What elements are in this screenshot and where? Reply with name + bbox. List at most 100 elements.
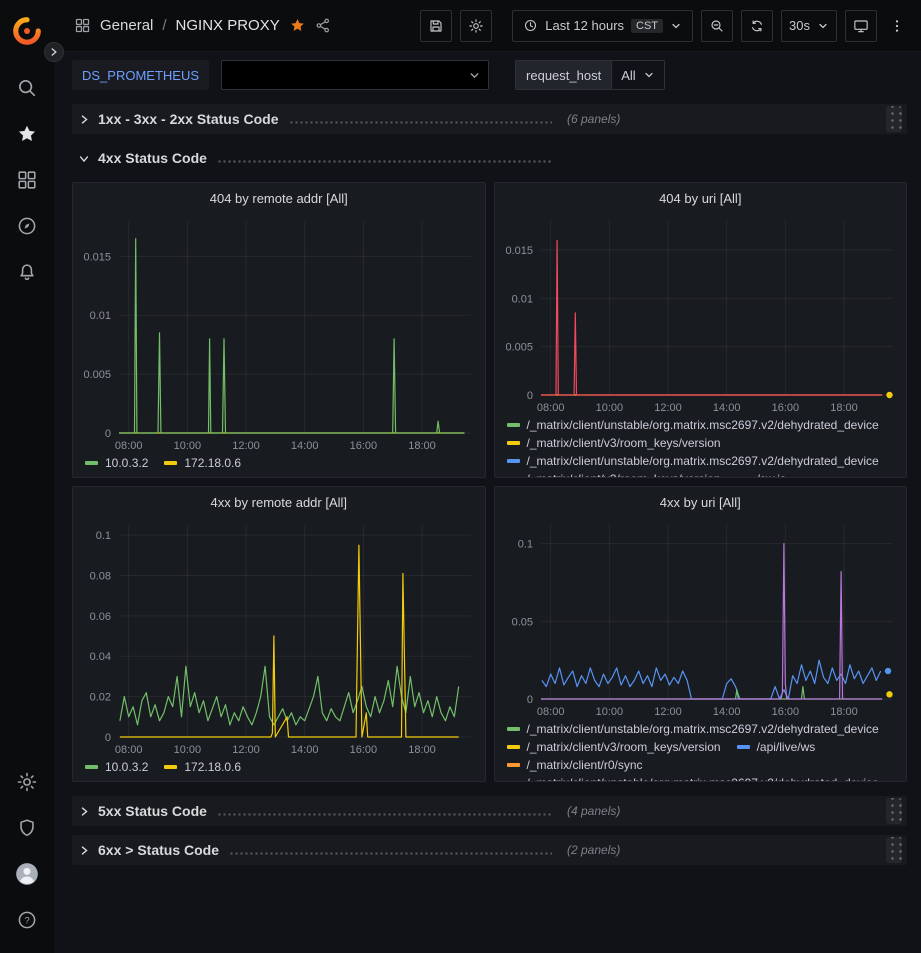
dashboard-settings-button[interactable]: [460, 10, 492, 42]
legend-label: /_matrix/client/unstable/org.matrix.msc2…: [527, 774, 879, 781]
svg-text:12:00: 12:00: [654, 402, 682, 414]
timeseries-chart[interactable]: 00.050.108:0010:0012:0014:0016:0018:00: [495, 517, 907, 719]
tv-mode-button[interactable]: [845, 10, 877, 42]
zoom-out-button[interactable]: [701, 10, 733, 42]
series-color-marker: [85, 461, 98, 465]
sidebar: ?: [0, 0, 54, 953]
series-color-marker: [507, 727, 520, 731]
chevron-down-icon: [817, 20, 829, 32]
svg-text:14:00: 14:00: [712, 402, 740, 414]
legend-label: /_matrix/client/v3/room_keys/version: [527, 738, 721, 756]
row-title: 5xx Status Code: [98, 803, 207, 819]
refresh-interval-dropdown[interactable]: 30s: [781, 10, 837, 42]
legend-item[interactable]: /_matrix/client/v3/room_keys/version: [507, 470, 721, 477]
svg-text:08:00: 08:00: [115, 440, 143, 452]
star-icon: [16, 123, 38, 145]
grafana-logo[interactable]: [7, 11, 47, 51]
legend-item[interactable]: /_matrix/client/unstable/org.matrix.msc2…: [507, 774, 879, 781]
time-range-picker[interactable]: Last 12 hours CST: [512, 10, 693, 42]
panel-title[interactable]: 404 by uri [All]: [495, 183, 907, 213]
dashboard-title[interactable]: NGINX PROXY: [176, 17, 280, 34]
legend-item[interactable]: /api/live/ws: [737, 738, 816, 756]
timeseries-chart[interactable]: 00.020.040.060.080.108:0010:0012:0014:00…: [73, 517, 485, 757]
svg-text:18:00: 18:00: [408, 744, 436, 756]
clock-icon: [523, 18, 538, 33]
more-options-button[interactable]: [885, 10, 909, 42]
sidebar-item-explore[interactable]: [7, 206, 47, 246]
timeseries-chart[interactable]: 00.0050.010.01508:0010:0012:0014:0016:00…: [73, 213, 485, 453]
row-drag-handle[interactable]: [886, 837, 902, 863]
zoom-out-icon: [709, 18, 725, 34]
dotted-leader: [217, 159, 552, 164]
row-header-1xx-3xx-2xx[interactable]: 1xx - 3xx - 2xx Status Code (6 panels): [72, 104, 907, 134]
request-host-value: All: [621, 68, 635, 83]
sidebar-expand-button[interactable]: [44, 42, 64, 62]
chevron-down-icon: [643, 69, 655, 81]
sidebar-item-configuration[interactable]: [7, 762, 47, 802]
row-header-6xx[interactable]: 6xx > Status Code (2 panels): [72, 835, 907, 865]
save-dashboard-button[interactable]: [420, 10, 452, 42]
series-color-marker: [507, 423, 520, 427]
sidebar-item-alerting[interactable]: [7, 252, 47, 292]
legend-label: /_matrix/client/unstable/org.matrix.msc2…: [527, 720, 879, 738]
request-host-value-dropdown[interactable]: All: [611, 60, 664, 90]
legend-item[interactable]: /_matrix/client/r0/sync: [507, 756, 643, 774]
host-variable-dropdown[interactable]: [221, 60, 489, 90]
request-host-label[interactable]: request_host: [515, 60, 611, 90]
svg-text:0: 0: [105, 732, 111, 744]
legend-item[interactable]: /_matrix/client/unstable/org.matrix.msc2…: [507, 452, 879, 470]
legend-item[interactable]: 172.18.0.6: [164, 454, 241, 472]
svg-text:16:00: 16:00: [771, 706, 799, 718]
legend-item[interactable]: /_matrix/client/v3/room_keys/version: [507, 434, 721, 452]
row-drag-handle[interactable]: [886, 798, 902, 824]
panel-4xx-by-remote-addr: 4xx by remote addr [All] 00.020.040.060.…: [72, 486, 486, 782]
panel-title-text: 4xx by remote addr [All]: [210, 495, 347, 510]
request-host-variable: request_host All: [515, 60, 665, 90]
legend-item[interactable]: /sw.js: [737, 470, 786, 477]
refresh-button[interactable]: [741, 10, 773, 42]
panel-title[interactable]: 404 by remote addr [All]: [73, 183, 485, 213]
row-panel-count: (2 panels): [567, 843, 620, 857]
chart-legend: /_matrix/client/unstable/org.matrix.msc2…: [495, 719, 907, 781]
svg-text:0.005: 0.005: [505, 342, 533, 354]
svg-text:14:00: 14:00: [712, 706, 740, 718]
legend-label: /api/live/ws: [757, 738, 816, 756]
legend-item[interactable]: 172.18.0.6: [164, 758, 241, 776]
sidebar-item-server-admin[interactable]: [7, 808, 47, 848]
svg-text:0.01: 0.01: [90, 310, 111, 322]
legend-item[interactable]: 10.0.3.2: [85, 454, 148, 472]
panel-title[interactable]: 4xx by remote addr [All]: [73, 487, 485, 517]
sidebar-item-starred[interactable]: [7, 114, 47, 154]
svg-text:12:00: 12:00: [232, 744, 260, 756]
row-drag-handle[interactable]: [886, 106, 902, 132]
sidebar-item-dashboards[interactable]: [7, 160, 47, 200]
svg-text:0.1: 0.1: [96, 530, 111, 542]
panel-404-by-uri: 404 by uri [All] 00.0050.010.01508:0010:…: [494, 182, 908, 478]
row-header-5xx[interactable]: 5xx Status Code (4 panels): [72, 796, 907, 826]
legend-item[interactable]: /_matrix/client/v3/room_keys/version: [507, 738, 721, 756]
svg-text:0.01: 0.01: [511, 293, 532, 305]
breadcrumb-section[interactable]: General: [100, 17, 153, 34]
legend-item[interactable]: /_matrix/client/unstable/org.matrix.msc2…: [507, 720, 879, 738]
sidebar-item-profile[interactable]: [7, 854, 47, 894]
sidebar-item-search[interactable]: [7, 68, 47, 108]
legend-item[interactable]: 10.0.3.2: [85, 758, 148, 776]
favorite-star-icon[interactable]: [289, 17, 306, 34]
sidebar-item-help[interactable]: ?: [7, 900, 47, 940]
shield-icon: [16, 817, 38, 839]
chart-legend: /_matrix/client/unstable/org.matrix.msc2…: [495, 415, 907, 477]
svg-text:0.005: 0.005: [83, 369, 111, 381]
chevron-right-icon: [77, 806, 91, 817]
datasource-variable[interactable]: DS_PROMETHEUS: [72, 60, 209, 90]
legend-item[interactable]: /_matrix/client/unstable/org.matrix.msc2…: [507, 416, 879, 434]
series-color-marker: [737, 745, 750, 749]
timeseries-chart[interactable]: 00.0050.010.01508:0010:0012:0014:0016:00…: [495, 213, 907, 415]
dashboard-scroll-area[interactable]: 1xx - 3xx - 2xx Status Code (6 panels) 4…: [54, 96, 921, 953]
row-header-4xx[interactable]: 4xx Status Code: [72, 143, 907, 173]
save-icon: [428, 18, 444, 34]
series-color-marker: [507, 441, 520, 445]
panel-title[interactable]: 4xx by uri [All]: [495, 487, 907, 517]
search-icon: [16, 77, 38, 99]
share-icon[interactable]: [315, 17, 332, 34]
svg-text:0.02: 0.02: [90, 692, 111, 704]
